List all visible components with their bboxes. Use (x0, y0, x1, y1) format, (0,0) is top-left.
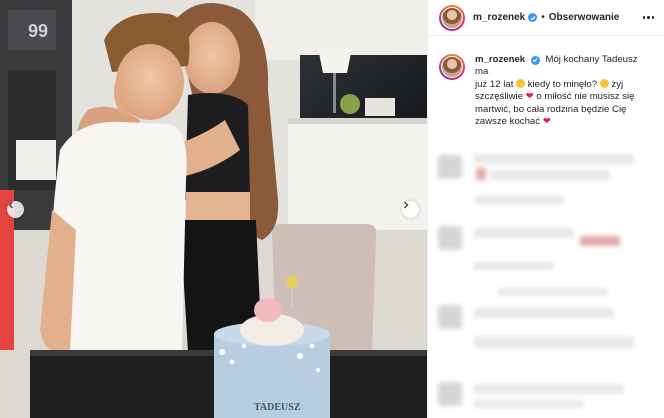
caption-line-4: martwić, bo cała rodzina będzie Cię (475, 103, 627, 115)
chevron-right-icon (404, 201, 409, 209)
comment-avatar (438, 226, 462, 250)
previous-photo-button[interactable] (7, 201, 24, 218)
verified-badge-icon (528, 13, 538, 22)
caption-line-3a: szczęśliwie (475, 91, 523, 103)
following-button[interactable]: Obserwowanie (549, 12, 620, 23)
comment-text (474, 336, 634, 348)
avatar[interactable] (439, 4, 465, 31)
grin-emoji-icon (516, 78, 526, 88)
username-link[interactable]: m_rozenek (473, 12, 525, 23)
comment-text (474, 384, 624, 394)
comment-meta (498, 288, 608, 296)
post-header: m_rozenek • Obserwowanie (428, 0, 664, 36)
caption-username[interactable]: m_rozenek (475, 54, 525, 65)
post-side-panel: m_rozenek • Obserwowanie m_rozenek Mój k… (427, 0, 664, 418)
jersey-number: 99 (28, 21, 48, 41)
grin-emoji-icon (599, 78, 609, 88)
caption-line-3b: o miłość nie musisz się (536, 91, 635, 103)
comment-avatar (438, 155, 462, 179)
comment-avatar (438, 382, 462, 406)
caption-line-2a: już 12 lat (475, 78, 514, 90)
heart-emoji-icon: ❤ (542, 116, 551, 128)
comment-meta (474, 262, 554, 270)
verified-badge-icon (530, 55, 540, 65)
chevron-left-icon (8, 201, 13, 209)
comment-text (474, 308, 614, 318)
separator-dot: • (541, 12, 545, 23)
comment-text (474, 228, 574, 238)
caption-line-5: zawsze kochać (475, 116, 541, 128)
comment-text (490, 170, 610, 180)
comment-text (580, 236, 620, 246)
comment-text (474, 154, 634, 164)
caption-text: m_rozenek Mój kochany Tadeusz ma już 12 … (475, 54, 653, 128)
caption-avatar[interactable] (439, 54, 465, 80)
more-options-icon[interactable] (642, 16, 654, 19)
caption-line-2b: kiedy to minęło? (527, 78, 598, 90)
comment-avatar (438, 305, 462, 329)
next-photo-button[interactable] (402, 201, 419, 218)
heart-emoji-icon: ❤ (525, 91, 534, 103)
comment-meta (474, 196, 564, 204)
caption-line-2c: żyj (611, 78, 624, 90)
caption: m_rozenek Mój kochany Tadeusz ma już 12 … (428, 36, 664, 128)
cake-name-text: TADEUSZ (254, 402, 301, 413)
comment-meta (474, 400, 584, 408)
comment-text (476, 168, 486, 180)
photo-scene: 99 TADEUSZ (0, 0, 427, 418)
post-photo[interactable]: 99 TADEUSZ (0, 0, 427, 418)
